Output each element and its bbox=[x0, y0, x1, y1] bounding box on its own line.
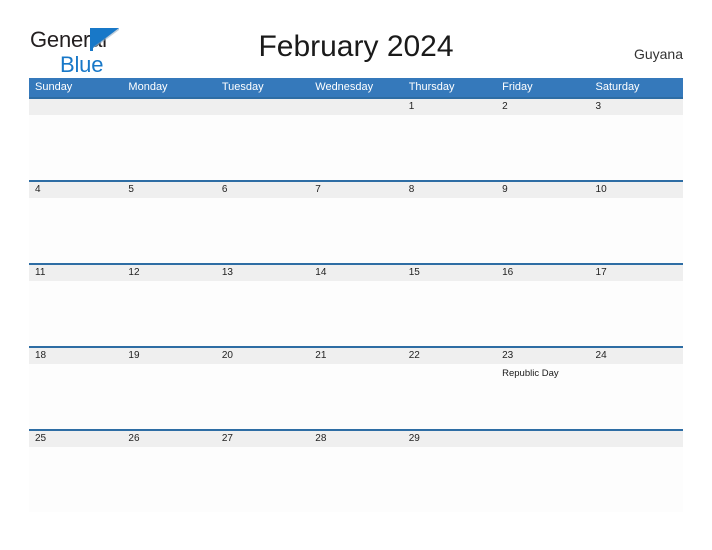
day-number: 13 bbox=[215, 265, 310, 281]
calendar-day-cell[interactable]: 22 bbox=[402, 348, 497, 429]
calendar-day-cell-empty bbox=[496, 431, 590, 512]
day-number bbox=[122, 99, 216, 115]
day-number: 3 bbox=[589, 99, 683, 115]
day-number: 11 bbox=[29, 265, 123, 281]
calendar-day-cell[interactable]: 5 bbox=[122, 182, 216, 263]
calendar-day-cell[interactable]: 28 bbox=[309, 431, 403, 512]
day-number: 29 bbox=[402, 431, 497, 447]
calendar-day-cell-empty bbox=[589, 431, 683, 512]
calendar-day-cell[interactable]: 16 bbox=[496, 265, 590, 346]
calendar-day-cell[interactable]: 8 bbox=[402, 182, 497, 263]
calendar-day-cell[interactable]: 17 bbox=[589, 265, 683, 346]
calendar-day-cell[interactable]: 18 bbox=[29, 348, 123, 429]
day-number bbox=[29, 99, 123, 115]
calendar-day-cell-empty bbox=[309, 99, 403, 180]
page-title: February 2024 bbox=[258, 30, 454, 63]
day-number bbox=[589, 431, 683, 447]
calendar-weeks: 1 2 3 4 5 6 7 8 9 10 11 12 13 14 15 16 17 18 19 20 21 22 23 Rep… bbox=[29, 97, 683, 512]
country-label: Guyana bbox=[633, 46, 683, 62]
calendar-week-row: 11 12 13 14 15 16 17 bbox=[29, 263, 683, 346]
calendar-day-cell[interactable]: 9 bbox=[496, 182, 590, 263]
day-number: 25 bbox=[29, 431, 123, 447]
calendar-day-cell[interactable]: 21 bbox=[309, 348, 403, 429]
calendar-day-cell[interactable]: 11 bbox=[29, 265, 123, 346]
calendar-grid: Sunday Monday Tuesday Wednesday Thursday… bbox=[29, 78, 683, 512]
day-number: 26 bbox=[122, 431, 216, 447]
calendar-day-cell[interactable]: 6 bbox=[215, 182, 310, 263]
calendar-day-cell[interactable]: 13 bbox=[215, 265, 310, 346]
day-number: 28 bbox=[309, 431, 403, 447]
calendar-day-cell-empty bbox=[215, 99, 310, 180]
weekday-header-thursday: Thursday bbox=[408, 81, 455, 93]
day-number: 10 bbox=[589, 182, 683, 198]
calendar-day-cell[interactable]: 23 Republic Day bbox=[496, 348, 590, 429]
day-number bbox=[309, 99, 403, 115]
calendar-day-cell[interactable]: 20 bbox=[215, 348, 310, 429]
weekday-header-sunday: Sunday bbox=[35, 81, 73, 93]
page-header: General Blue February 2024 Guyana bbox=[0, 0, 712, 76]
day-number: 18 bbox=[29, 348, 123, 364]
day-number: 23 bbox=[496, 348, 590, 364]
day-number: 14 bbox=[309, 265, 403, 281]
day-number: 12 bbox=[122, 265, 216, 281]
day-number: 24 bbox=[589, 348, 683, 364]
day-event-list: Republic Day bbox=[496, 364, 589, 380]
holiday-event-label: Republic Day bbox=[502, 368, 559, 379]
calendar-week-row: 4 5 6 7 8 9 10 bbox=[29, 180, 683, 263]
day-number: 2 bbox=[496, 99, 590, 115]
day-number: 5 bbox=[122, 182, 216, 198]
weekday-header-saturday: Saturday bbox=[595, 81, 640, 93]
weekday-header-tuesday: Tuesday bbox=[221, 81, 264, 93]
day-number: 21 bbox=[309, 348, 403, 364]
weekday-header-monday: Monday bbox=[128, 81, 168, 93]
day-number: 16 bbox=[496, 265, 590, 281]
calendar-week-row: 123 bbox=[29, 97, 683, 180]
weekday-header-row: Sunday Monday Tuesday Wednesday Thursday… bbox=[29, 78, 683, 97]
day-number: 22 bbox=[402, 348, 497, 364]
day-number: 4 bbox=[29, 182, 123, 198]
calendar-day-cell[interactable]: 4 bbox=[29, 182, 123, 263]
day-number: 19 bbox=[122, 348, 216, 364]
calendar-day-cell[interactable]: 26 bbox=[122, 431, 216, 512]
calendar-day-cell[interactable]: 29 bbox=[402, 431, 497, 512]
day-number bbox=[215, 99, 310, 115]
weekday-header-friday: Friday bbox=[502, 81, 533, 93]
day-number bbox=[496, 431, 590, 447]
weekday-header-wednesday: Wednesday bbox=[315, 81, 374, 93]
calendar-week-row: 18 19 20 21 22 23 Republic Day 24 bbox=[29, 346, 683, 429]
calendar-day-cell[interactable]: 19 bbox=[122, 348, 216, 429]
calendar-day-cell[interactable]: 1 bbox=[402, 99, 497, 180]
calendar-day-cell[interactable]: 12 bbox=[122, 265, 216, 346]
calendar-week-row: 25 26 27 28 29 bbox=[29, 429, 683, 512]
calendar-day-cell-empty bbox=[29, 99, 123, 180]
day-number: 20 bbox=[215, 348, 310, 364]
calendar-day-cell[interactable]: 15 bbox=[402, 265, 497, 346]
day-number: 1 bbox=[402, 99, 497, 115]
day-number: 7 bbox=[309, 182, 403, 198]
calendar-day-cell[interactable]: 27 bbox=[215, 431, 310, 512]
calendar-day-cell[interactable]: 7 bbox=[309, 182, 403, 263]
day-number: 15 bbox=[402, 265, 497, 281]
day-number: 6 bbox=[215, 182, 310, 198]
day-number: 8 bbox=[402, 182, 497, 198]
calendar-day-cell-empty bbox=[122, 99, 216, 180]
calendar-day-cell[interactable]: 25 bbox=[29, 431, 123, 512]
calendar-day-cell[interactable]: 24 bbox=[589, 348, 683, 429]
day-number: 9 bbox=[496, 182, 590, 198]
calendar-day-cell[interactable]: 3 bbox=[589, 99, 683, 180]
day-number: 17 bbox=[589, 265, 683, 281]
day-number: 27 bbox=[215, 431, 310, 447]
calendar-day-cell[interactable]: 10 bbox=[589, 182, 683, 263]
calendar-day-cell[interactable]: 2 bbox=[496, 99, 590, 180]
calendar-day-cell[interactable]: 14 bbox=[309, 265, 403, 346]
